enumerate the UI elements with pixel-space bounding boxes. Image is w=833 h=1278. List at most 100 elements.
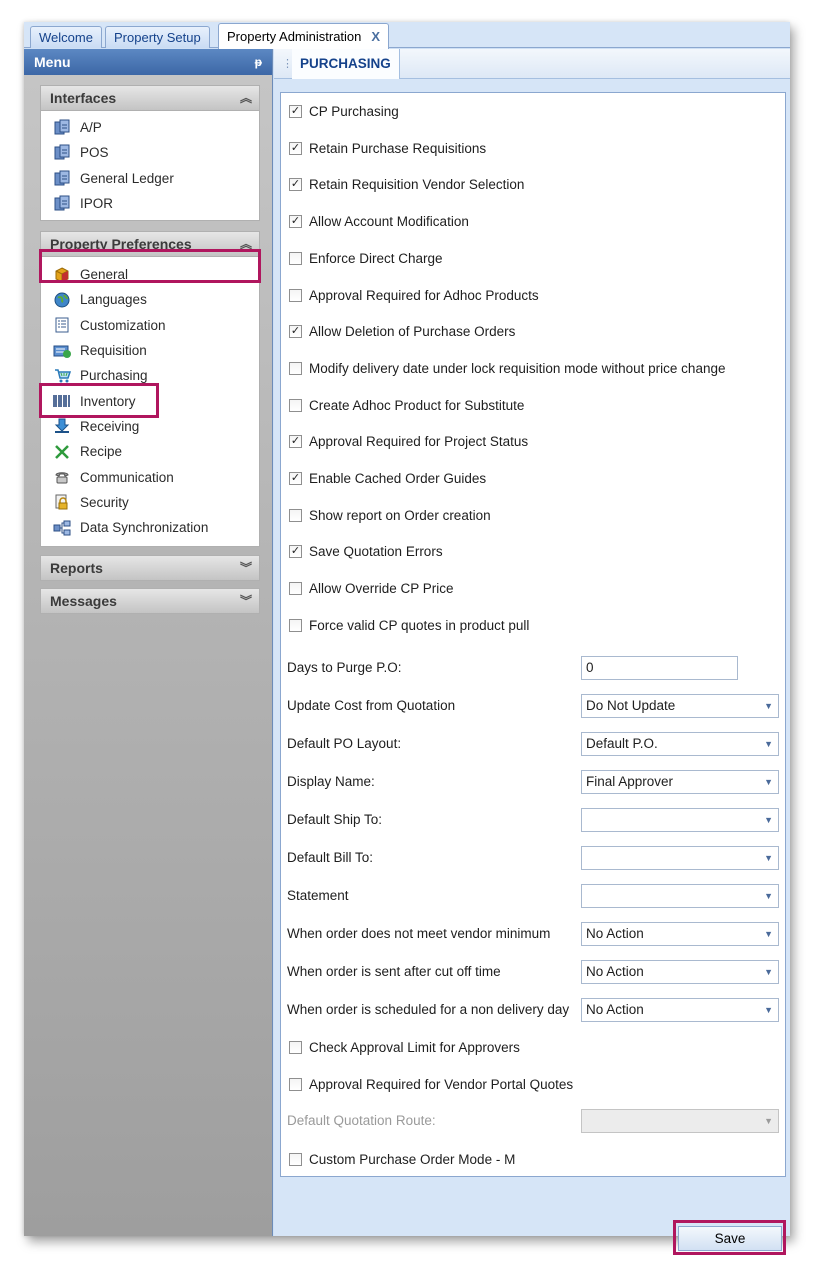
checkbox-label: Retain Purchase Requisitions [309,140,487,156]
sidebar-item-requisition[interactable]: Requisition [41,338,259,363]
sidebar-item-general-ledger[interactable]: General Ledger [41,166,259,191]
sidebar-item-inventory[interactable]: Inventory [41,388,259,413]
checkbox-unchecked[interactable] [289,1040,302,1054]
sidebar-item-customization[interactable]: Customization [41,313,259,338]
chevron-up-icon[interactable]: ︽ [240,86,252,111]
section-title[interactable]: PURCHASING [292,49,400,79]
sidebar-item-security[interactable]: Security [41,490,259,515]
checkbox-checked[interactable]: ✓ [289,324,302,338]
checkbox-label: Retain Requisition Vendor Selection [309,176,525,192]
when-order-is-scheduled-for-a-non-delivery-day-select[interactable]: No Action ▼ [581,998,779,1022]
checkbox-unchecked[interactable] [289,398,302,412]
checkbox-row-enable-cached-order-guides[interactable]: ✓ Enable Cached Order Guides [289,466,486,490]
dropdown-arrow-icon[interactable]: ▼ [764,847,773,869]
group-header-reports[interactable]: Reports ︾ [40,555,260,581]
checkbox-row-save-quotation-errors[interactable]: ✓ Save Quotation Errors [289,539,443,563]
checkbox-unchecked[interactable] [289,251,302,265]
checkbox-row-retain-requisition-vendor-selection[interactable]: ✓ Retain Requisition Vendor Selection [289,172,524,196]
checkbox-row-approval-required-for-adhoc-products[interactable]: Approval Required for Adhoc Products [289,283,539,307]
save-button[interactable]: Save [678,1226,782,1251]
dropdown-arrow-icon[interactable]: ▼ [764,809,773,831]
dropdown-arrow-icon[interactable]: ▼ [764,885,773,907]
dropdown-arrow-icon[interactable]: ▼ [764,733,773,755]
dropdown-arrow-icon[interactable]: ▼ [764,695,773,717]
default-po-layout-select[interactable]: Default P.O. ▼ [581,732,779,756]
sidebar-item-data-synchronization[interactable]: Data Synchronization [41,515,259,540]
pin-icon[interactable]: ᵽ [255,49,262,75]
display-name-select[interactable]: Final Approver ▼ [581,770,779,794]
checkbox-row-custom-purchase-order-mode[interactable]: Custom Purchase Order Mode - M [289,1147,515,1171]
close-icon[interactable]: X [371,24,380,49]
check-icon: ✓ [290,471,301,484]
sidebar-item-languages[interactable]: Languages [41,287,259,312]
tab-welcome[interactable]: Welcome [30,26,102,48]
list-icon [53,316,71,334]
checkbox-unchecked[interactable] [289,581,302,595]
dropdown-arrow-icon[interactable]: ▼ [764,961,773,983]
checkbox-unchecked[interactable] [289,1152,302,1166]
group-header-property-preferences[interactable]: Property Preferences ︽ [40,231,260,257]
statement-select[interactable]: ▼ [581,884,779,908]
interface-icon [53,195,71,213]
checkbox-row-enforce-direct-charge[interactable]: Enforce Direct Charge [289,246,443,270]
sidebar-item-general[interactable]: General [41,262,259,287]
checkbox-row-allow-account-modification[interactable]: ✓ Allow Account Modification [289,209,469,233]
chevron-down-icon[interactable]: ︾ [240,589,252,614]
checkbox-unchecked[interactable] [289,288,302,302]
sidebar-item-communication[interactable]: Communication [41,464,259,489]
checkbox-label: Custom Purchase Order Mode - M [309,1151,516,1167]
checkbox-unchecked[interactable] [289,508,302,522]
chevron-up-icon[interactable]: ︽ [240,232,252,257]
when-order-does-not-meet-vendor-minimum-select[interactable]: No Action ▼ [581,922,779,946]
when-order-is-sent-after-cut-off-time-select[interactable]: No Action ▼ [581,960,779,984]
field-label-update-cost-from-quotation: Update Cost from Quotation [287,698,456,713]
group-header-interfaces[interactable]: Interfaces ︽ [40,85,260,111]
sidebar-item-purchasing[interactable]: Purchasing [41,363,259,388]
tab-label: Welcome [39,30,93,45]
sidebar-item-label: Languages [80,292,147,308]
default-ship-to-select[interactable]: ▼ [581,808,779,832]
sidebar-item-ap[interactable]: A/P [41,115,259,140]
checkbox-checked[interactable]: ✓ [289,214,302,228]
checkbox-row-allow-deletion-of-purchase-orders[interactable]: ✓ Allow Deletion of Purchase Orders [289,319,515,343]
update-cost-from-quotation-select[interactable]: Do Not Update ▼ [581,694,779,718]
checkbox-row-approval-required-for-vendor-portal-quotes[interactable]: Approval Required for Vendor Portal Quot… [289,1072,573,1096]
checkbox-row-show-report-on-order-creation[interactable]: Show report on Order creation [289,503,491,527]
checkbox-row-check-approval-limit-for-approvers[interactable]: Check Approval Limit for Approvers [289,1035,520,1059]
checkbox-row-retain-purchase-requisitions[interactable]: ✓ Retain Purchase Requisitions [289,136,486,160]
checkbox-checked[interactable]: ✓ [289,141,302,155]
checkbox-row-create-adhoc-product-for-substitute[interactable]: Create Adhoc Product for Substitute [289,393,524,417]
tab-property-administration[interactable]: Property Administration X [218,23,390,49]
group-header-messages[interactable]: Messages ︾ [40,588,260,614]
checkbox-row-modify-delivery-date-under-lock-requisition-mode-without-price-change[interactable]: Modify delivery date under lock requisit… [289,356,725,380]
globe-icon [53,291,71,309]
check-icon: ✓ [290,141,301,154]
checkbox-checked[interactable]: ✓ [289,104,302,118]
chevron-down-icon[interactable]: ︾ [240,556,252,581]
checkbox-checked[interactable]: ✓ [289,471,302,485]
sidebar-item-ipor[interactable]: IPOR [41,191,259,216]
dropdown-arrow-icon[interactable]: ▼ [764,923,773,945]
dropdown-arrow-icon[interactable]: ▼ [764,999,773,1021]
sidebar-item-receiving[interactable]: Receiving [41,414,259,439]
tab-property-setup[interactable]: Property Setup [105,26,210,48]
days-to-purge-p-o-input[interactable]: 0 [581,656,738,680]
checkbox-unchecked[interactable] [289,361,302,375]
checkbox-checked[interactable]: ✓ [289,434,302,448]
sidebar-item-pos[interactable]: POS [41,140,259,165]
checkbox-row-cp-purchasing[interactable]: ✓ CP Purchasing [289,99,399,123]
checkbox-checked[interactable]: ✓ [289,177,302,191]
checkbox-checked[interactable]: ✓ [289,544,302,558]
tab-label: Property Setup [114,30,201,45]
checkbox-label: Approval Required for Adhoc Products [309,287,539,303]
checkbox-unchecked[interactable] [289,1077,302,1091]
checkbox-row-force-valid-cp-quotes-in-product-pull[interactable]: Force valid CP quotes in product pull [289,613,529,637]
dropdown-arrow-icon[interactable]: ▼ [764,771,773,793]
checkbox-label: Approval Required for Project Status [309,433,529,449]
checkbox-row-allow-override-cp-price[interactable]: Allow Override CP Price [289,576,454,600]
checkbox-unchecked[interactable] [289,618,302,632]
sidebar-item-recipe[interactable]: Recipe [41,439,259,464]
group-body-interfaces: A/P POS General Ledger IPOR [40,111,260,222]
default-bill-to-select[interactable]: ▼ [581,846,779,870]
checkbox-row-approval-required-for-project-status[interactable]: ✓ Approval Required for Project Status [289,429,528,453]
